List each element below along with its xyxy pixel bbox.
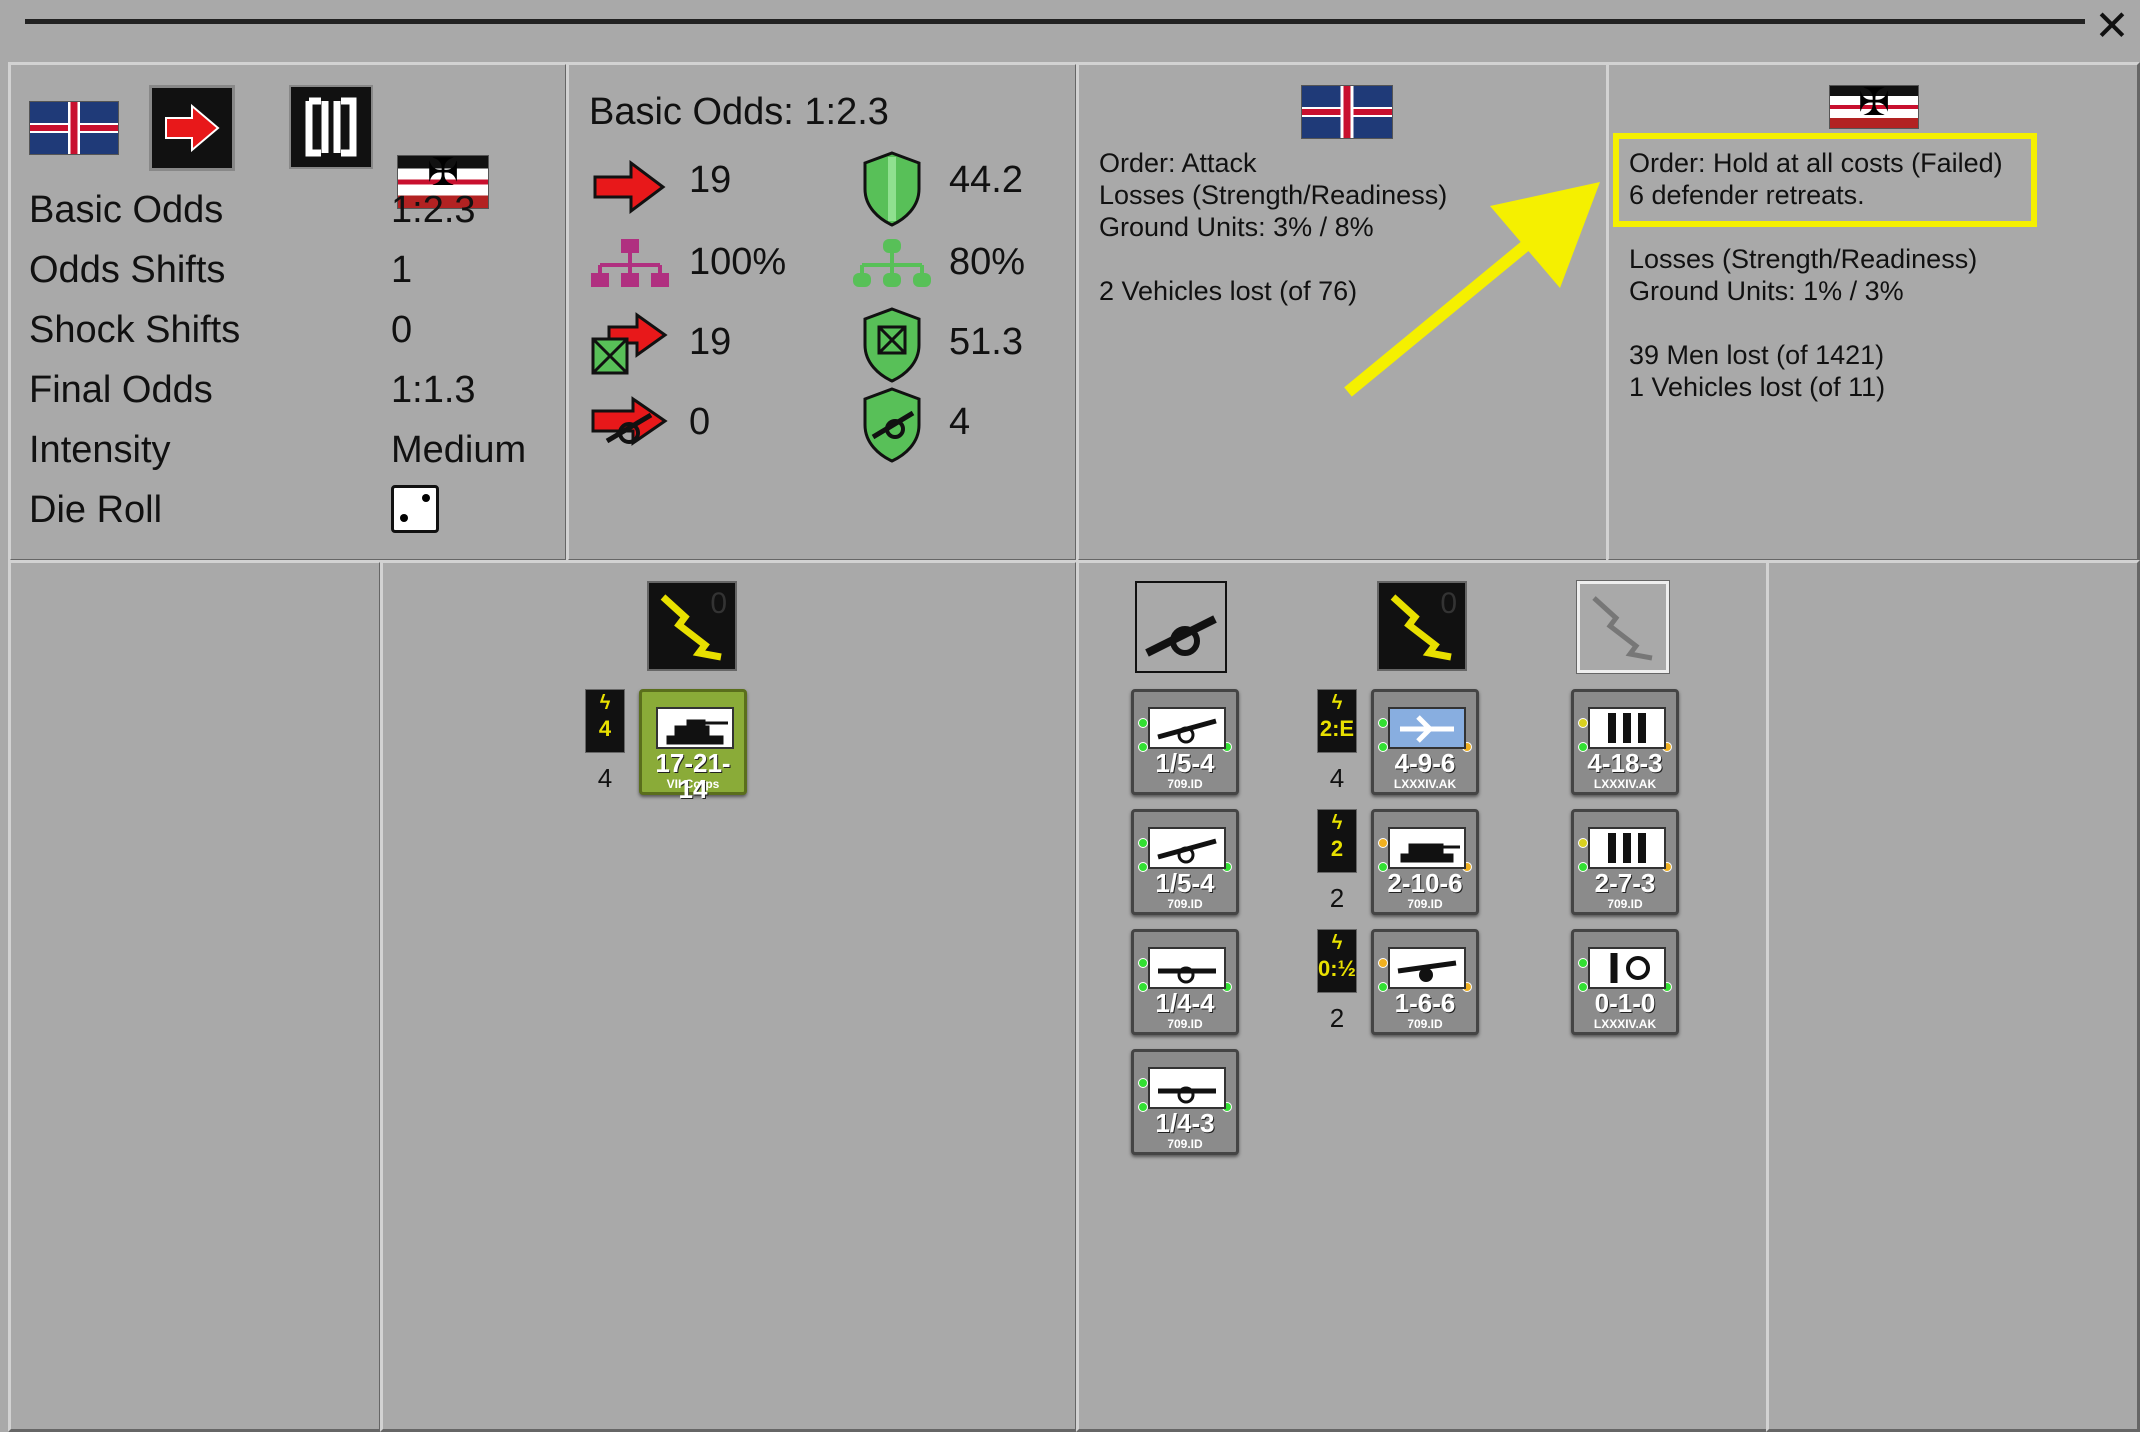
odds-panel: Basic Odds 1:2.3 Odds Shifts 1 Shock Shi… xyxy=(8,62,568,562)
attack-strength-icon xyxy=(593,160,666,214)
unit-counter[interactable]: 1/4-4 709.ID xyxy=(1131,929,1239,1035)
attack-strength-value: 19 xyxy=(689,159,732,201)
odds-value: 1:2.3 xyxy=(391,189,476,231)
odds-value: 0 xyxy=(391,309,413,351)
modified-attack-value: 19 xyxy=(689,321,732,363)
artillery-defense-icon xyxy=(863,387,921,463)
odds-label: Basic Odds xyxy=(29,189,224,231)
flag-gb-icon xyxy=(29,101,119,155)
odds-label: Intensity xyxy=(29,429,171,471)
shock-badge: ϟ 0:½ xyxy=(1317,929,1357,993)
defender-vehicles-lost: 1 Vehicles lost (of 11) xyxy=(1629,372,1886,402)
shock-value: 0 xyxy=(710,587,727,620)
die-icon[interactable] xyxy=(391,485,439,533)
defender-result-panel: Order: Hold at all costs (Failed) 6 defe… xyxy=(1606,62,2140,562)
flag-gb-icon xyxy=(1301,85,1393,139)
infantry-icon xyxy=(1588,827,1666,869)
defense-shield-icon xyxy=(863,151,921,227)
hq-attack-value: 100% xyxy=(689,241,787,283)
odds-value: 1 xyxy=(391,249,413,291)
shock-badge: ϟ2 xyxy=(1317,809,1357,873)
unit-counter[interactable]: 2-7-3 709.ID xyxy=(1571,809,1679,915)
odds-value: Medium xyxy=(391,429,527,471)
attacker-units-panel: 0 ϟ4 4 17-21-14 VII Corps xyxy=(380,560,1078,1432)
artillery-unit-icon xyxy=(1148,827,1226,869)
modified-attack-icon xyxy=(591,312,668,375)
artillery-attack-value: 0 xyxy=(689,401,711,443)
attacker-ground-losses: Ground Units: 3% / 8% xyxy=(1099,212,1374,242)
defense-strength-value: 44.2 xyxy=(949,159,1023,201)
defender-units-panel: 0 1/5-4 709.ID 1/5-4 709.ID 1/4-4 709.ID 1/… xyxy=(1076,560,1770,1432)
hq-defend-value: 80% xyxy=(949,241,1026,283)
odds-label: Odds Shifts xyxy=(29,249,226,291)
artillery-unit-icon xyxy=(1148,707,1226,749)
odds-label: Shock Shifts xyxy=(29,309,241,351)
defender-order: Order: Hold at all costs (Failed) xyxy=(1629,148,2003,178)
shock-badge: ϟ 2:E xyxy=(1317,689,1357,753)
annotation-arrow-icon xyxy=(1344,182,1600,397)
shock-lightning-icon: 0 xyxy=(647,581,737,671)
shock-inactive-icon xyxy=(1576,580,1670,674)
unit-counter[interactable]: 2-10-6 709.ID xyxy=(1371,809,1479,915)
defender-retreats: 6 defender retreats. xyxy=(1629,180,1865,210)
attacker-order: Order: Attack xyxy=(1099,148,1257,178)
attacker-vehicles-lost: 2 Vehicles lost (of 76) xyxy=(1099,276,1358,306)
strength-panel: Basic Odds: 1:2.3 19 44.2 100% 80% 19 51… xyxy=(566,62,1078,562)
hq-defend-icon xyxy=(853,239,931,287)
flag-de-icon xyxy=(1829,85,1919,129)
tank-icon xyxy=(656,707,734,749)
odds-label: Die Roll xyxy=(29,489,163,531)
modified-defense-icon xyxy=(863,307,921,383)
unit-counter[interactable]: 1/4-3 709.ID xyxy=(1131,1049,1239,1155)
unit-count: 4 xyxy=(597,763,613,793)
shock-badge: ϟ4 xyxy=(585,689,625,753)
antitank-gun-icon xyxy=(1388,947,1466,989)
unit-counter[interactable]: 0-1-0 LXXXIV.AK xyxy=(1571,929,1679,1035)
unit-counter[interactable]: 1/5-4 709.ID xyxy=(1131,689,1239,795)
unit-count: 4 xyxy=(1329,763,1345,793)
odds-label: Final Odds xyxy=(29,369,213,411)
artillery-unit-icon xyxy=(1148,947,1226,989)
defender-losses-heading: Losses (Strength/Readiness) xyxy=(1629,244,1978,274)
unit-counter[interactable]: 4-9-6 LXXXIV.AK xyxy=(1371,689,1479,795)
modified-defense-value: 51.3 xyxy=(949,321,1023,363)
combat-results-window: ✕ Basic Odds 1:2.3 Odds Shifts 1 Shock S… xyxy=(0,0,2140,1432)
shock-value: 0 xyxy=(1440,587,1457,620)
shock-lightning-icon: 0 xyxy=(1377,581,1467,671)
unit-count: 2 xyxy=(1329,883,1345,913)
defender-men-lost: 39 Men lost (of 1421) xyxy=(1629,340,1885,370)
odds-value: 1:1.3 xyxy=(391,369,476,411)
aircraft-icon xyxy=(1388,707,1466,749)
artillery-unit-icon xyxy=(1148,1067,1226,1109)
hq-attack-icon xyxy=(591,239,669,287)
defender-ground-losses: Ground Units: 1% / 3% xyxy=(1629,276,1904,306)
empty-left-panel xyxy=(8,560,382,1432)
basic-odds-title: Basic Odds: 1:2.3 xyxy=(589,91,889,133)
title-divider xyxy=(25,19,2085,24)
unit-counter[interactable]: 1-6-6 709.ID xyxy=(1371,929,1479,1035)
title-bar xyxy=(0,0,2140,62)
unit-count: 2 xyxy=(1329,1003,1345,1033)
close-icon[interactable]: ✕ xyxy=(2092,5,2132,47)
unit-counter[interactable]: 17-21-14 VII Corps xyxy=(639,689,747,802)
engineer-icon xyxy=(1588,947,1666,989)
empty-right-panel xyxy=(1766,560,2140,1432)
attack-arrow-icon xyxy=(149,85,235,171)
unit-counter[interactable]: 1/5-4 709.ID xyxy=(1131,809,1239,915)
artillery-icon xyxy=(1135,581,1227,673)
bracket-icon xyxy=(289,85,373,169)
artillery-attack-icon xyxy=(591,396,668,446)
infantry-icon xyxy=(1588,707,1666,749)
tank-icon xyxy=(1388,827,1466,869)
artillery-defense-value: 4 xyxy=(949,401,971,443)
unit-counter[interactable]: 4-18-3 LXXXIV.AK xyxy=(1571,689,1679,795)
